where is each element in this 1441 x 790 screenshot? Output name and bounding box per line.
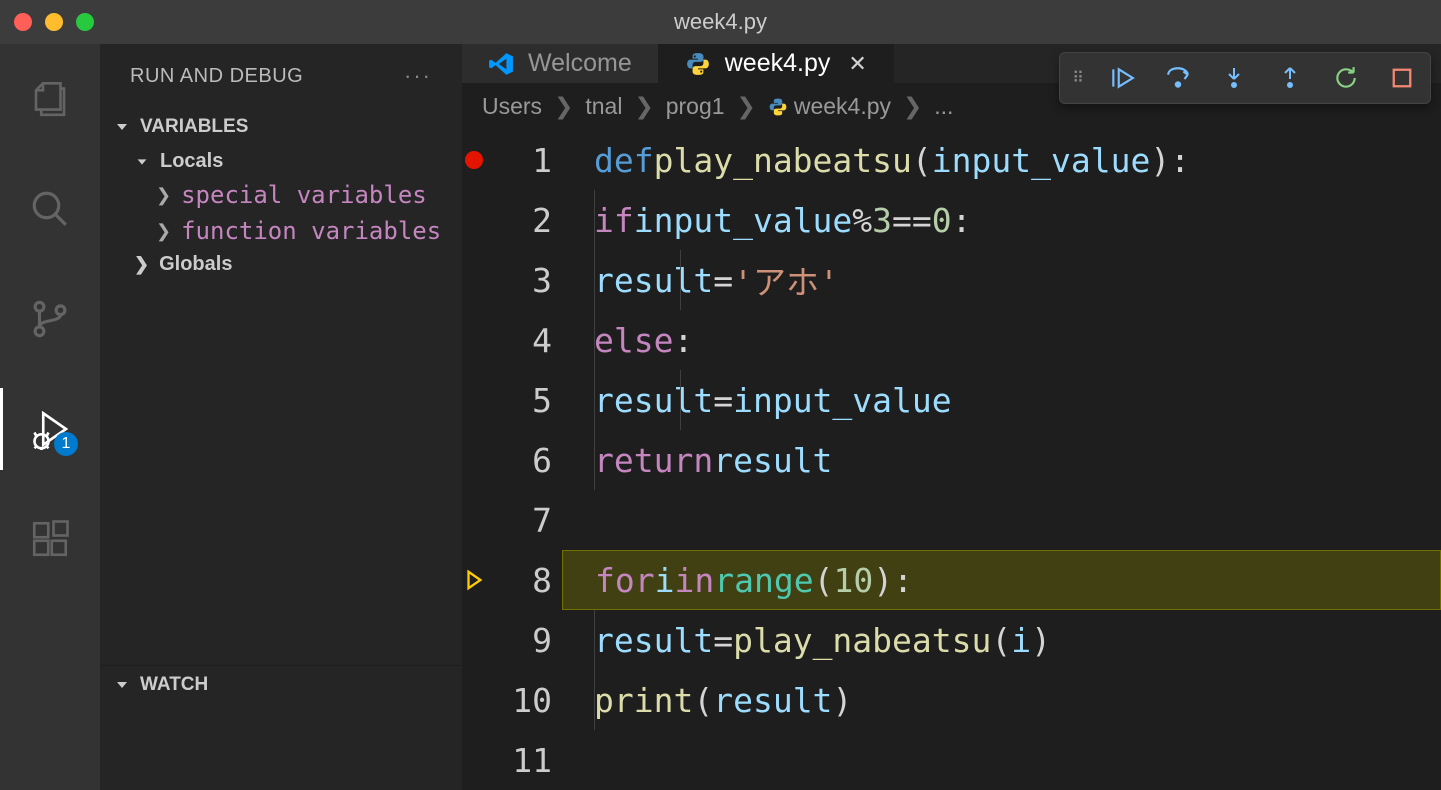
restart-button[interactable] [1330, 62, 1362, 94]
step-out-icon [1278, 65, 1302, 91]
chevron-right-icon: ❯ [134, 254, 149, 275]
code-line[interactable]: result = input_value [562, 370, 1441, 430]
code-line[interactable]: result = 'アホ' [562, 250, 1441, 310]
breadcrumb-segment[interactable]: prog1 [666, 93, 725, 120]
code-line[interactable]: else: [562, 310, 1441, 370]
step-into-button[interactable] [1218, 62, 1250, 94]
line-number: 6 [496, 430, 562, 490]
glyph-margin[interactable] [452, 730, 496, 790]
glyph-margin[interactable] [452, 490, 496, 550]
continue-icon [1109, 65, 1135, 91]
activity-bar: 1 [0, 44, 100, 790]
debug-badge: 1 [54, 432, 78, 456]
code-line[interactable] [562, 730, 1441, 790]
activity-explorer[interactable] [0, 58, 100, 140]
line-number: 5 [496, 370, 562, 430]
more-actions-button[interactable]: ··· [404, 63, 432, 89]
tab-welcome[interactable]: Welcome [462, 44, 659, 83]
code-editor[interactable]: 1234567891011 def play_nabeatsu(input_va… [462, 130, 1441, 790]
variables-section[interactable]: VARIABLES [100, 108, 462, 146]
code-line[interactable]: def play_nabeatsu(input_value): [562, 130, 1441, 190]
glyph-margin[interactable] [452, 670, 496, 730]
glyph-margin[interactable] [452, 550, 496, 610]
search-icon [29, 188, 71, 230]
line-number: 10 [496, 670, 562, 730]
tab-label: Welcome [528, 49, 632, 78]
code-line[interactable]: return result [562, 430, 1441, 490]
debug-toolbar: ⠿ [1059, 52, 1431, 104]
activity-run-debug[interactable]: 1 [0, 388, 100, 470]
activity-extensions[interactable] [0, 498, 100, 580]
close-icon[interactable]: ✕ [848, 51, 866, 77]
breadcrumb-segment[interactable]: week4.py [794, 93, 891, 120]
python-icon [685, 51, 711, 77]
step-out-button[interactable] [1274, 62, 1306, 94]
chevron-right-icon: ❯ [156, 185, 171, 206]
stop-icon [1391, 67, 1413, 89]
line-number: 2 [496, 190, 562, 250]
function-variables-row[interactable]: ❯ function variables [100, 213, 462, 249]
glyph-margin[interactable] [452, 130, 496, 190]
code-line[interactable] [562, 490, 1441, 550]
code-line[interactable]: result = play_nabeatsu(i) [562, 610, 1441, 670]
glyph-margin[interactable] [452, 190, 496, 250]
breadcrumb-segment[interactable]: tnal [585, 93, 622, 120]
current-line-icon [463, 569, 485, 591]
glyph-margin[interactable] [452, 430, 496, 490]
glyph-margin[interactable] [452, 310, 496, 370]
line-number: 3 [496, 250, 562, 310]
code-line[interactable]: print(result) [562, 670, 1441, 730]
chevron-right-icon: ❯ [156, 221, 171, 242]
activity-source-control[interactable] [0, 278, 100, 360]
step-over-button[interactable] [1162, 62, 1194, 94]
vscode-icon [488, 51, 514, 77]
window-minimize-button[interactable] [45, 13, 63, 31]
code-line[interactable]: for i in range(10): [562, 550, 1441, 610]
tab-label: week4.py [725, 49, 831, 78]
sidebar: RUN AND DEBUG ··· VARIABLES Locals ❯ spe… [100, 44, 462, 790]
breadcrumb-segment[interactable]: Users [482, 93, 542, 120]
step-over-icon [1164, 65, 1192, 91]
traffic-lights [14, 13, 94, 31]
glyph-margin[interactable] [452, 610, 496, 670]
sidebar-title: RUN AND DEBUG [130, 65, 303, 88]
chevron-down-icon [134, 155, 150, 169]
globals-scope[interactable]: ❯ Globals [100, 249, 462, 280]
glyph-margin[interactable] [452, 250, 496, 310]
step-into-icon [1222, 65, 1246, 91]
breadcrumb-segment[interactable]: ... [934, 93, 953, 120]
activity-search[interactable] [0, 168, 100, 250]
title-bar: week4.py [0, 0, 1441, 44]
chevron-down-icon [114, 119, 130, 135]
files-icon [29, 78, 71, 120]
window-maximize-button[interactable] [76, 13, 94, 31]
restart-icon [1333, 65, 1359, 91]
drag-handle-icon[interactable]: ⠿ [1072, 68, 1082, 88]
window-close-button[interactable] [14, 13, 32, 31]
window-title: week4.py [674, 9, 767, 35]
editor-area: Welcome week4.py ✕ ⠿ [462, 44, 1441, 790]
breakpoint-icon[interactable] [465, 151, 483, 169]
extensions-icon [29, 518, 71, 560]
glyph-margin[interactable] [452, 370, 496, 430]
stop-button[interactable] [1386, 62, 1418, 94]
special-variables-row[interactable]: ❯ special variables [100, 177, 462, 213]
line-number: 9 [496, 610, 562, 670]
tab-week4-py[interactable]: week4.py ✕ [659, 44, 894, 83]
code-line[interactable]: if input_value % 3 == 0: [562, 190, 1441, 250]
line-number: 7 [496, 490, 562, 550]
line-number: 11 [496, 730, 562, 790]
locals-scope[interactable]: Locals [100, 146, 462, 177]
sidebar-header: RUN AND DEBUG ··· [100, 44, 462, 108]
watch-section[interactable]: WATCH [100, 666, 462, 704]
line-number: 8 [496, 550, 562, 610]
continue-button[interactable] [1106, 62, 1138, 94]
python-icon [768, 97, 788, 117]
line-number: 1 [496, 130, 562, 190]
chevron-down-icon [114, 677, 130, 693]
line-number: 4 [496, 310, 562, 370]
git-branch-icon [29, 298, 71, 340]
